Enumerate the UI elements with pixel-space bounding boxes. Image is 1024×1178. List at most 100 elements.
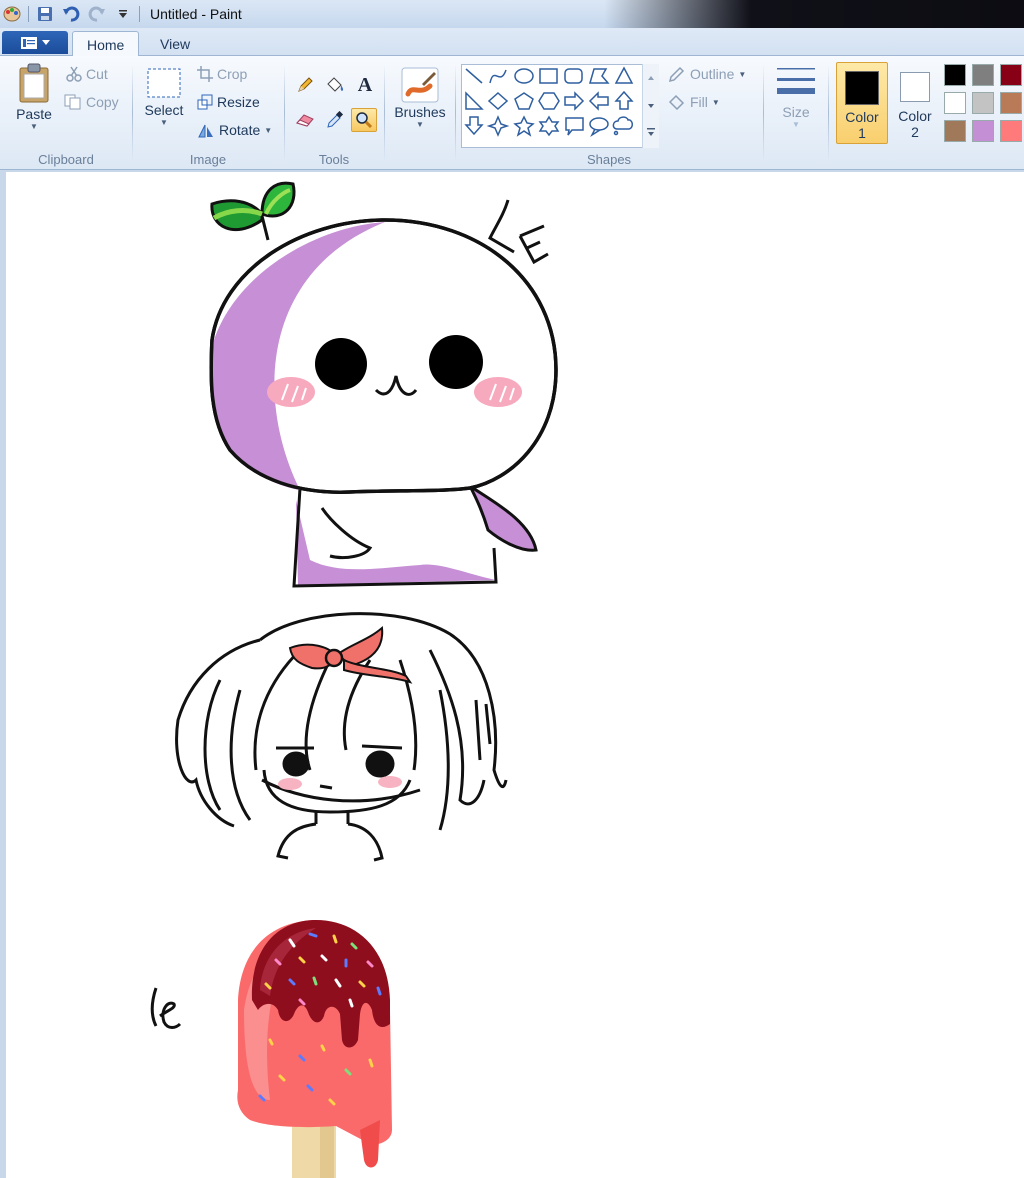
diamond-shape-icon[interactable] <box>487 91 509 111</box>
five-point-star-shape-icon[interactable] <box>513 115 535 137</box>
text-tool[interactable]: A <box>352 73 378 97</box>
palette-color-swatch[interactable] <box>944 92 966 114</box>
rectangle-shape-icon[interactable] <box>539 68 558 84</box>
magnifier-tool[interactable] <box>351 108 377 132</box>
shapes-scrollbar[interactable] <box>642 64 659 148</box>
down-arrow-shape-icon[interactable] <box>464 116 484 136</box>
color2-number: 2 <box>911 124 919 140</box>
color1-button[interactable]: Color 1 <box>836 62 888 144</box>
tab-view[interactable]: View <box>146 31 204 57</box>
rotate-icon <box>198 124 213 138</box>
save-icon[interactable] <box>35 4 55 24</box>
six-point-star-shape-icon[interactable] <box>538 115 560 137</box>
menu-icon <box>21 36 37 49</box>
copy-icon <box>64 94 81 110</box>
palette-color-swatch[interactable] <box>944 64 966 86</box>
chevron-down-icon: ▼ <box>30 122 38 131</box>
clipboard-icon <box>19 63 49 103</box>
color1-swatch <box>845 71 879 105</box>
color1-label: Color <box>845 109 879 125</box>
shapes-group-label: Shapes <box>586 152 632 167</box>
pentagon-shape-icon[interactable] <box>514 92 534 110</box>
line-shape-icon[interactable] <box>465 68 483 84</box>
four-point-star-shape-icon[interactable] <box>486 115 510 137</box>
rotate-label: Rotate <box>219 122 261 138</box>
quick-access-separator <box>28 6 29 22</box>
polygon-shape-icon[interactable] <box>589 68 610 84</box>
brush-icon <box>401 67 439 103</box>
select-button[interactable]: Select ▼ <box>142 66 186 127</box>
palette-color-swatch[interactable] <box>944 120 966 142</box>
crop-button[interactable]: Crop <box>197 66 247 82</box>
right-arrow-shape-icon[interactable] <box>564 91 585 111</box>
drawing-canvas[interactable]: LE <box>6 172 1024 1178</box>
undo-icon[interactable] <box>61 4 81 24</box>
size-button[interactable]: Size ▼ <box>772 64 820 129</box>
ice-cream-drawing <box>237 920 392 1178</box>
outline-pen-icon <box>668 66 685 82</box>
copy-button[interactable]: Copy <box>64 94 119 110</box>
rotate-button[interactable]: Rotate ▼ <box>197 122 272 138</box>
rounded-rectangle-shape-icon[interactable] <box>564 68 583 84</box>
fill-tool[interactable] <box>322 73 348 97</box>
outline-button[interactable]: Outline ▼ <box>668 66 746 82</box>
fill-button[interactable]: Fill ▼ <box>668 94 720 110</box>
right-triangle-shape-icon[interactable] <box>465 91 484 110</box>
fill-label: Fill <box>690 94 708 110</box>
color-picker-tool[interactable] <box>322 108 348 132</box>
triangle-shape-icon[interactable] <box>614 66 634 84</box>
pencil-icon <box>298 77 313 92</box>
palette-color-swatch[interactable] <box>1000 92 1022 114</box>
up-arrow-shape-icon[interactable] <box>614 90 634 110</box>
paint-menu-button[interactable] <box>2 31 68 54</box>
chevron-down-icon: ▼ <box>264 125 273 135</box>
redo-icon[interactable] <box>87 4 107 24</box>
title-bar: Untitled - Paint <box>0 0 1024 28</box>
oval-callout-shape-icon[interactable] <box>589 117 609 138</box>
paste-button[interactable]: Paste ▼ <box>12 62 56 131</box>
cloud-callout-shape-icon[interactable] <box>612 116 633 136</box>
eraser-icon <box>296 114 314 127</box>
scroll-arrows-icon <box>647 76 655 136</box>
paint-bucket-icon <box>327 77 344 92</box>
chevron-down-icon: ▼ <box>160 118 168 127</box>
left-arrow-shape-icon[interactable] <box>588 91 609 111</box>
customize-quick-access-icon[interactable] <box>113 4 133 24</box>
group-separator <box>828 64 829 162</box>
canvas-artwork: LE <box>150 181 558 1178</box>
palette-color-swatch[interactable] <box>972 120 994 142</box>
signature-le-bottom: le <box>150 987 182 1029</box>
magnifier-icon <box>356 112 373 129</box>
hexagon-shape-icon[interactable] <box>538 92 560 110</box>
title-separator <box>139 6 140 22</box>
paste-label: Paste <box>16 106 52 122</box>
image-group-label: Image <box>189 152 227 167</box>
tab-home[interactable]: Home <box>72 31 140 57</box>
curve-shape-icon[interactable] <box>489 69 507 84</box>
shapes-gallery-icons <box>464 66 634 138</box>
shapes-gallery <box>461 64 659 148</box>
palette-color-swatch[interactable] <box>972 64 994 86</box>
scissors-icon <box>66 66 82 82</box>
paint-app-icon[interactable] <box>2 4 22 24</box>
resize-label: Resize <box>217 94 260 110</box>
oval-shape-icon[interactable] <box>514 68 534 84</box>
tools-group-label: Tools <box>318 152 350 167</box>
rounded-callout-shape-icon[interactable] <box>565 117 584 136</box>
group-separator <box>455 64 456 162</box>
resize-button[interactable]: Resize <box>197 94 260 110</box>
group-separator <box>132 64 133 162</box>
desktop-background <box>604 0 1024 28</box>
brushes-button[interactable]: Brushes ▼ <box>392 66 448 129</box>
color2-button[interactable]: Color 2 <box>889 62 941 144</box>
eraser-tool[interactable] <box>292 108 318 132</box>
palette-color-swatch[interactable] <box>972 92 994 114</box>
color1-number: 1 <box>858 125 866 141</box>
palette-color-swatch[interactable] <box>1000 64 1022 86</box>
cut-button[interactable]: Cut <box>66 66 108 82</box>
pencil-tool[interactable] <box>292 73 318 97</box>
brushes-label: Brushes <box>394 104 446 120</box>
palette-color-swatch[interactable] <box>1000 120 1022 142</box>
window-title: Untitled - Paint <box>150 6 242 22</box>
line-size-icon <box>777 68 815 94</box>
